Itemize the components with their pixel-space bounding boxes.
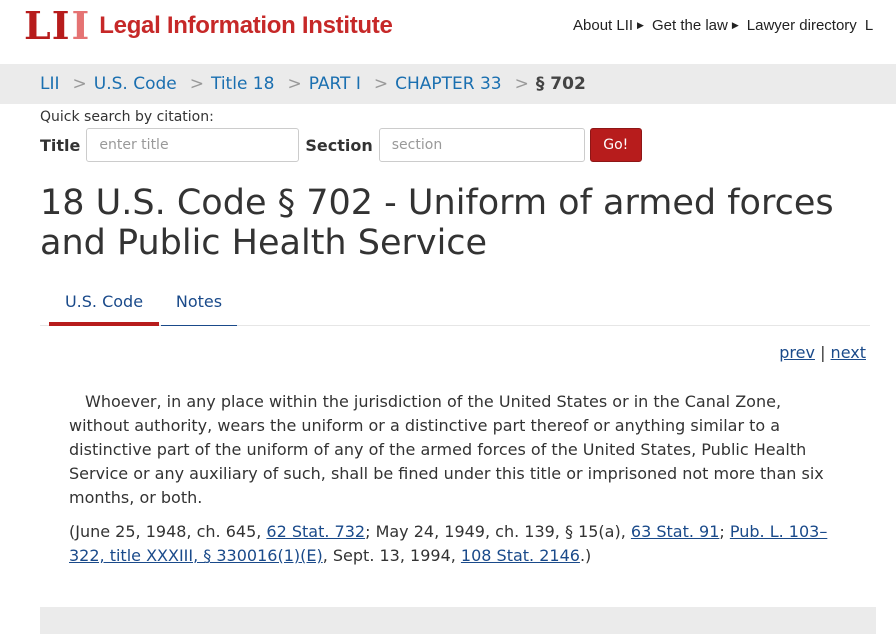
nav-label: Get the law [651,17,728,34]
content-tabs: U.S. Code Notes [40,286,870,326]
breadcrumb: LII > U.S. Code > Title 18 > PART I > CH… [40,74,586,94]
breadcrumb-chapter-33[interactable]: CHAPTER 33 [395,74,502,94]
tab-us-code[interactable]: U.S. Code [49,286,159,326]
nav-item-truncated[interactable]: L [865,17,873,34]
breadcrumb-separator: > [72,74,87,94]
logo-letter-i: I [71,3,90,48]
stat-link-62-732[interactable]: 62 Stat. 732 [266,522,365,541]
quick-search-form: Title Section Go! [40,128,642,162]
breadcrumb-current: § 702 [535,74,586,94]
caret-right-icon: ▶ [637,20,644,30]
breadcrumb-bar: LII > U.S. Code > Title 18 > PART I > CH… [0,64,896,104]
tab-notes[interactable]: Notes [161,286,237,326]
logo-letter-l: L [24,3,51,48]
breadcrumb-part-i[interactable]: PART I [309,74,361,94]
credits-text: , Sept. 13, 1994, [322,546,461,565]
section-input[interactable] [378,128,585,162]
title-field-label: Title [40,135,81,155]
breadcrumb-separator: > [373,74,389,94]
prev-next-separator: | [820,343,826,362]
credits-text: ; [719,522,730,541]
title-input[interactable] [86,128,300,162]
nav-lawyer-directory[interactable]: Lawyer directory [747,17,857,34]
next-link[interactable]: next [831,343,866,362]
site-header: L I I Legal Information Institute About … [0,0,896,64]
breadcrumb-separator: > [514,74,529,94]
breadcrumb-separator: > [189,74,204,94]
top-nav: About LII ▶ Get the law ▶ Lawyer directo… [573,17,881,34]
lii-logo[interactable]: L I I Legal Information Institute [24,6,393,46]
prev-next-nav: prev | next [779,343,866,362]
stat-link-108-2146[interactable]: 108 Stat. 2146 [461,546,580,565]
breadcrumb-separator: > [287,74,302,94]
prev-link[interactable]: prev [779,343,815,362]
nav-label: L [864,17,874,34]
page-title: 18 U.S. Code § 702 - Uniform of armed fo… [40,183,834,263]
caret-right-icon: ▶ [731,20,739,30]
nav-about-lii[interactable]: About LII ▶ [573,17,644,34]
breadcrumb-lii[interactable]: LII [40,74,60,94]
credits-text: .) [579,546,592,565]
footer-panel [40,607,876,634]
section-field-label: Section [305,135,373,155]
lii-logo-mark: L I I [24,3,90,48]
credits-text: ; May 24, 1949, ch. 139, § 15(a), [365,522,631,541]
logo-text: Legal Information Institute [99,12,393,39]
go-button[interactable]: Go! [589,128,642,162]
nav-label: Lawyer directory [746,17,857,34]
breadcrumb-title-18[interactable]: Title 18 [211,74,274,94]
stat-link-63-91[interactable]: 63 Stat. 91 [631,522,719,541]
quick-search-label: Quick search by citation: [40,109,214,125]
source-credits: (June 25, 1948, ch. 645, 62 Stat. 732; M… [69,520,839,568]
nav-label: About LII [573,17,634,34]
logo-letter-i: I [51,3,70,48]
credits-text: (June 25, 1948, ch. 645, [69,522,267,541]
statute-text: Whoever, in any place within the jurisdi… [69,392,824,507]
nav-get-the-law[interactable]: Get the law ▶ [652,17,739,34]
breadcrumb-us-code[interactable]: U.S. Code [94,74,177,94]
